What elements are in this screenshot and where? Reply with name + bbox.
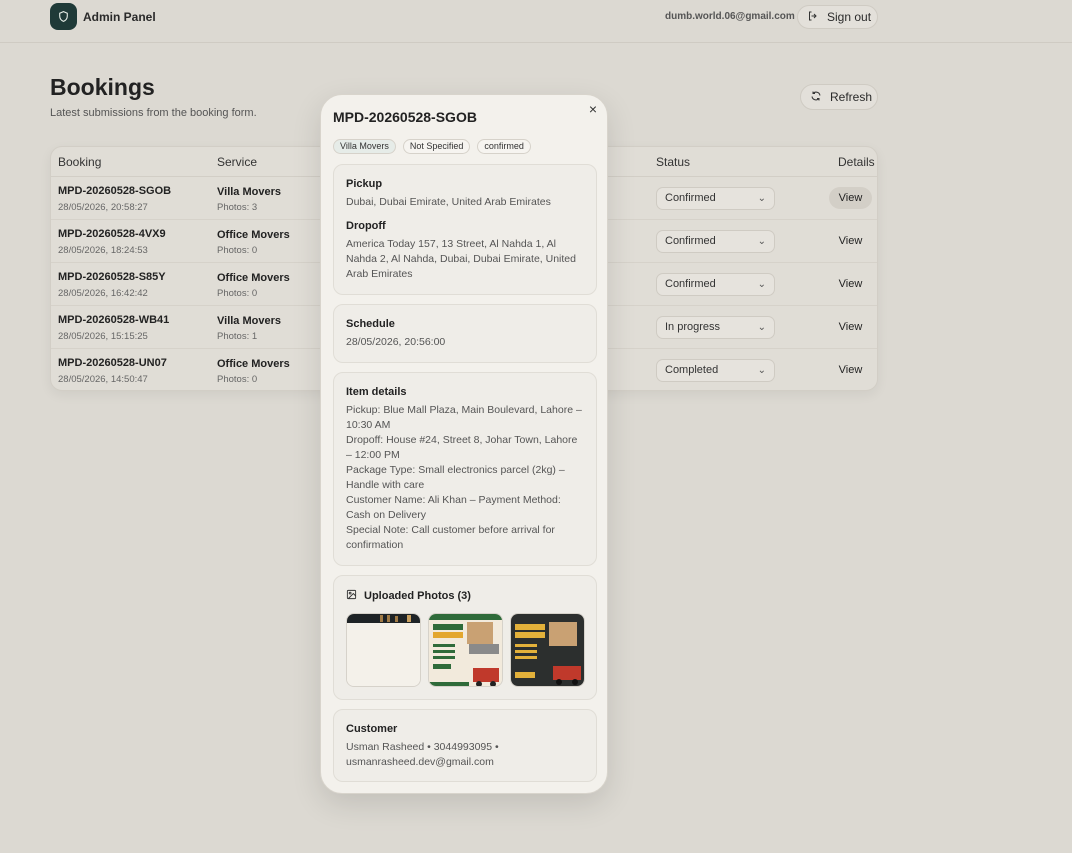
photo-thumbnail[interactable] [510,613,585,687]
status-select[interactable]: Confirmed ⌄ [656,187,775,210]
status-value: Completed [665,364,719,376]
customer-section: Customer Usman Rasheed • 3044993095 • us… [333,709,597,782]
view-button[interactable]: View [829,230,872,252]
shield-logo-icon [50,3,77,30]
status-select[interactable]: In progress ⌄ [656,316,775,339]
service-name: Office Movers [217,229,290,241]
photo-count: Photos: 1 [217,331,258,342]
item-details-label: Item details [346,386,407,398]
service-name: Office Movers [217,272,290,284]
schedule-value: 28/05/2026, 20:56:00 [346,336,446,348]
property-chip: Not Specified [402,139,471,154]
view-button[interactable]: View [829,187,872,209]
chevron-down-icon: ⌄ [757,322,766,333]
item-detail-line: Special Note: Call customer before arriv… [346,524,555,551]
booking-details-modal: MPD-20260528-SGOB × Villa Movers Not Spe… [320,94,608,794]
refresh-button[interactable]: Refresh [800,84,878,110]
item-detail-line: Customer Name: Ali Khan – Payment Method… [346,494,561,521]
app-title: Admin Panel [83,10,156,24]
column-header-service: Service [217,155,258,169]
photo-count: Photos: 0 [217,374,258,385]
image-icon [346,589,357,603]
column-header-booking: Booking [58,155,102,169]
photos-section: Uploaded Photos (3) [333,575,597,700]
chevron-down-icon: ⌄ [757,236,766,247]
column-header-details: Details [838,155,875,169]
photo-thumbnail[interactable] [428,613,503,687]
service-name: Villa Movers [217,315,281,327]
item-detail-line: Pickup: Blue Mall Plaza, Main Boulevard,… [346,404,582,431]
status-value: Confirmed [665,278,716,290]
booking-date: 28/05/2026, 18:24:53 [58,245,148,256]
photo-count: Photos: 3 [217,202,258,213]
sign-out-icon [807,10,819,25]
customer-value: Usman Rasheed • 3044993095 • usmanrashee… [346,741,499,768]
chevron-down-icon: ⌄ [757,365,766,376]
photo-thumbnail[interactable] [346,613,421,687]
dropoff-value: America Today 157, 13 Street, Al Nahda 1… [346,238,576,280]
booking-date: 28/05/2026, 16:42:42 [58,288,148,299]
dropoff-label: Dropoff [346,220,386,232]
service-chip: Villa Movers [333,139,396,154]
photo-count: Photos: 0 [217,288,258,299]
pickup-value: Dubai, Dubai Emirate, United Arab Emirat… [346,196,551,208]
item-details-section: Item details Pickup: Blue Mall Plaza, Ma… [333,372,597,566]
view-button[interactable]: View [829,273,872,295]
page-title: Bookings [50,74,155,100]
chevron-down-icon: ⌄ [757,193,766,204]
service-name: Office Movers [217,358,290,370]
chevron-down-icon: ⌄ [757,279,766,290]
photos-label: Uploaded Photos (3) [364,590,471,602]
item-detail-line: Dropoff: House #24, Street 8, Johar Town… [346,434,578,461]
status-select[interactable]: Confirmed ⌄ [656,273,775,296]
refresh-icon [810,90,822,105]
photo-count: Photos: 0 [217,245,258,256]
schedule-section: Schedule 28/05/2026, 20:56:00 [333,304,597,363]
modal-title: MPD-20260528-SGOB [333,109,477,125]
status-select[interactable]: Confirmed ⌄ [656,230,775,253]
photos-header: Uploaded Photos (3) [346,589,471,603]
item-details-text: Pickup: Blue Mall Plaza, Main Boulevard,… [346,403,586,553]
column-header-status: Status [656,155,691,169]
user-email: dumb.world.06@gmail.com [665,11,795,22]
refresh-label: Refresh [830,90,873,104]
top-bar: Admin Panel dumb.world.06@gmail.com Sign… [0,0,1072,43]
status-chip: confirmed [477,139,531,154]
booking-date: 28/05/2026, 20:58:27 [58,202,148,213]
close-icon[interactable]: × [586,102,600,116]
booking-id: MPD-20260528-WB41 [58,314,170,326]
booking-date: 28/05/2026, 15:15:25 [58,331,148,342]
status-value: Confirmed [665,235,716,247]
booking-id: MPD-20260528-UN07 [58,357,167,369]
booking-id: MPD-20260528-4VX9 [58,228,166,240]
schedule-label: Schedule [346,318,395,330]
status-value: Confirmed [665,192,716,204]
service-name: Villa Movers [217,186,281,198]
sign-out-label: Sign out [827,10,872,24]
modal-chips: Villa Movers Not Specified confirmed [333,139,531,154]
customer-label: Customer [346,723,398,735]
address-section: Pickup Dubai, Dubai Emirate, United Arab… [333,164,597,295]
pickup-label: Pickup [346,178,383,190]
booking-id: MPD-20260528-SGOB [58,185,172,197]
view-button[interactable]: View [829,316,872,338]
booking-date: 28/05/2026, 14:50:47 [58,374,148,385]
status-value: In progress [665,321,721,333]
booking-id: MPD-20260528-S85Y [58,271,166,283]
page-subtitle: Latest submissions from the booking form… [50,107,257,119]
view-button[interactable]: View [829,359,872,381]
sign-out-button[interactable]: Sign out [797,5,878,29]
status-select[interactable]: Completed ⌄ [656,359,775,382]
item-detail-line: Package Type: Small electronics parcel (… [346,464,565,491]
